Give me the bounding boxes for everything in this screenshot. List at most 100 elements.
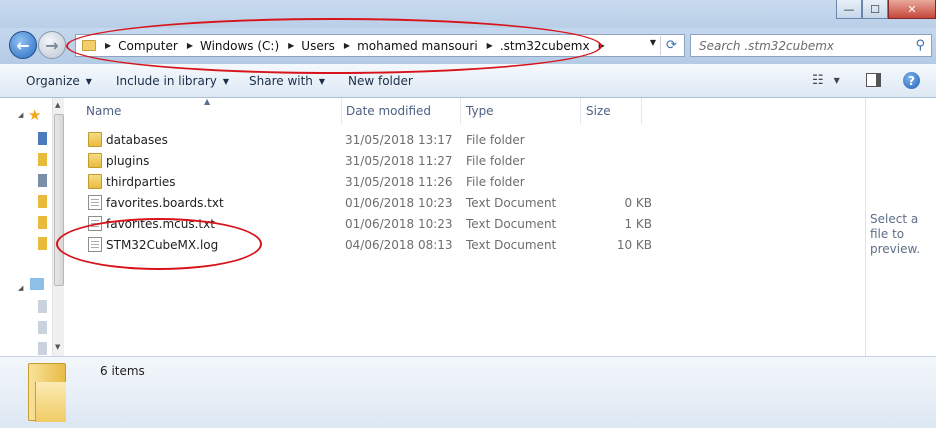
- refresh-icon: ⟳: [666, 38, 677, 53]
- minimize-button[interactable]: —: [836, 0, 862, 19]
- folder-icon: [28, 363, 66, 422]
- recent-places-icon[interactable]: [38, 174, 47, 187]
- scroll-up-icon[interactable]: ▲: [55, 101, 60, 109]
- folder-icon[interactable]: [38, 195, 47, 208]
- folder-icon[interactable]: [38, 237, 47, 250]
- file-type: File folder: [466, 154, 525, 168]
- file-row[interactable]: databases 31/05/2018 13:17 File folder: [84, 129, 674, 150]
- text-document-icon: [88, 216, 102, 231]
- chevron-down-icon: ▼: [85, 76, 92, 86]
- folder-icon: [88, 174, 102, 189]
- file-size: 0 KB: [624, 196, 652, 210]
- chevron-right-icon[interactable]: ▶: [599, 41, 605, 50]
- file-type: File folder: [466, 175, 525, 189]
- preview-message: Select a file to preview.: [870, 212, 921, 256]
- column-name-label: Name: [86, 104, 122, 118]
- folder-icon[interactable]: [38, 216, 47, 229]
- column-header-type[interactable]: Type: [460, 98, 581, 124]
- chevron-down-icon: ▼: [222, 76, 230, 86]
- address-bar[interactable]: ▶ Computer ▶ Windows (C:) ▶ Users ▶ moha…: [75, 34, 685, 57]
- file-date: 31/05/2018 11:26: [345, 175, 453, 189]
- maximize-button[interactable]: ☐: [862, 0, 888, 19]
- file-row[interactable]: STM32CubeMX.log 04/06/2018 08:13 Text Do…: [84, 234, 674, 255]
- search-placeholder: Search .stm32cubemx: [699, 38, 835, 53]
- breadcrumb: ▶ Computer ▶ Windows (C:) ▶ Users ▶ moha…: [96, 39, 612, 53]
- include-in-library-label: Include in library: [116, 74, 217, 88]
- music-library-icon[interactable]: [38, 321, 47, 334]
- file-size: 10 KB: [616, 238, 652, 252]
- chevron-right-icon[interactable]: ▶: [288, 41, 294, 50]
- search-input[interactable]: Search .stm32cubemx ⚲: [690, 34, 932, 57]
- file-row[interactable]: favorites.mcus.txt 01/06/2018 10:23 Text…: [84, 213, 674, 234]
- command-bar: Organize ▼ Include in library ▼ Share with…: [0, 64, 936, 98]
- file-list: ▲ Name Date modified Type Size databases…: [68, 97, 863, 356]
- chevron-down-icon: ▼: [318, 76, 326, 86]
- file-type: Text Document: [466, 238, 557, 252]
- folder-icon: [88, 153, 102, 168]
- close-button[interactable]: ✕: [888, 0, 936, 19]
- file-date: 01/06/2018 10:23: [345, 217, 453, 231]
- file-name: favorites.boards.txt: [106, 196, 224, 210]
- breadcrumb-users[interactable]: Users: [301, 39, 335, 53]
- back-button[interactable]: ←: [9, 31, 37, 59]
- arrow-right-icon: →: [45, 35, 59, 55]
- scroll-down-icon[interactable]: ▼: [55, 343, 60, 351]
- breadcrumb-windows-c[interactable]: Windows (C:): [200, 39, 279, 53]
- scrollbar-thumb[interactable]: [54, 114, 64, 286]
- chevron-right-icon[interactable]: ▶: [344, 41, 350, 50]
- expand-arrow-icon[interactable]: ◢: [18, 284, 23, 292]
- file-row[interactable]: favorites.boards.txt 01/06/2018 10:23 Te…: [84, 192, 674, 213]
- organize-button[interactable]: Organize ▼: [26, 74, 92, 88]
- file-row[interactable]: plugins 31/05/2018 11:27 File folder: [84, 150, 674, 171]
- view-list-icon: ☷: [812, 72, 824, 88]
- column-date-label: Date modified: [346, 104, 432, 118]
- refresh-button[interactable]: ⟳: [660, 36, 682, 55]
- forward-button[interactable]: →: [38, 31, 66, 59]
- file-row[interactable]: thirdparties 31/05/2018 11:26 File folde…: [84, 171, 674, 192]
- desktop-icon[interactable]: [38, 132, 47, 145]
- details-pane: 6 items: [0, 356, 936, 428]
- chevron-right-icon[interactable]: ▶: [487, 41, 493, 50]
- navigation-pane: ★ ◢ ◢ ▲ ▼: [0, 98, 64, 356]
- file-name: STM32CubeMX.log: [106, 238, 219, 252]
- preview-pane-icon: [866, 73, 881, 87]
- share-with-label: Share with: [249, 74, 313, 88]
- downloads-folder-icon[interactable]: [38, 153, 47, 166]
- address-history-dropdown[interactable]: ▼: [650, 38, 656, 47]
- column-header-size[interactable]: Size: [580, 98, 642, 124]
- documents-library-icon[interactable]: [38, 300, 47, 313]
- change-view-button[interactable]: ☷ ▼: [812, 72, 840, 88]
- text-document-icon: [88, 195, 102, 210]
- search-icon[interactable]: ⚲: [915, 38, 925, 53]
- help-icon[interactable]: ?: [903, 72, 920, 89]
- text-document-icon: [88, 237, 102, 252]
- window-controls: — ☐ ✕: [836, 0, 936, 20]
- title-bar: — ☐ ✕: [0, 0, 936, 28]
- share-with-button[interactable]: Share with ▼: [249, 74, 325, 88]
- include-in-library-button[interactable]: Include in library ▼: [116, 74, 229, 88]
- column-size-label: Size: [586, 104, 611, 118]
- file-name: favorites.mcus.txt: [106, 217, 215, 231]
- chevron-right-icon[interactable]: ▶: [187, 41, 193, 50]
- favorites-star-icon[interactable]: ★: [28, 106, 41, 124]
- expand-arrow-icon[interactable]: ◢: [18, 111, 23, 119]
- breadcrumb-user-folder[interactable]: mohamed mansouri: [357, 39, 478, 53]
- libraries-icon[interactable]: [30, 278, 44, 290]
- navigation-scrollbar[interactable]: ▲ ▼: [52, 98, 64, 356]
- file-size: 1 KB: [624, 217, 652, 231]
- column-header-name[interactable]: Name: [80, 98, 342, 124]
- preview-pane: Select a file to preview.: [865, 98, 936, 356]
- file-date: 01/06/2018 10:23: [345, 196, 453, 210]
- new-folder-button[interactable]: New folder: [348, 74, 413, 88]
- items-count: 6 items: [100, 364, 145, 378]
- breadcrumb-computer[interactable]: Computer: [118, 39, 178, 53]
- chevron-right-icon[interactable]: ▶: [105, 41, 111, 50]
- chevron-down-icon: ▼: [833, 75, 840, 85]
- preview-pane-button[interactable]: [866, 72, 881, 88]
- arrow-left-icon: ←: [16, 35, 30, 55]
- file-date: 31/05/2018 13:17: [345, 133, 453, 147]
- column-header-date-modified[interactable]: Date modified: [340, 98, 461, 124]
- breadcrumb-current-folder[interactable]: .stm32cubemx: [500, 39, 590, 53]
- file-name: thirdparties: [106, 175, 176, 189]
- pictures-library-icon[interactable]: [38, 342, 47, 355]
